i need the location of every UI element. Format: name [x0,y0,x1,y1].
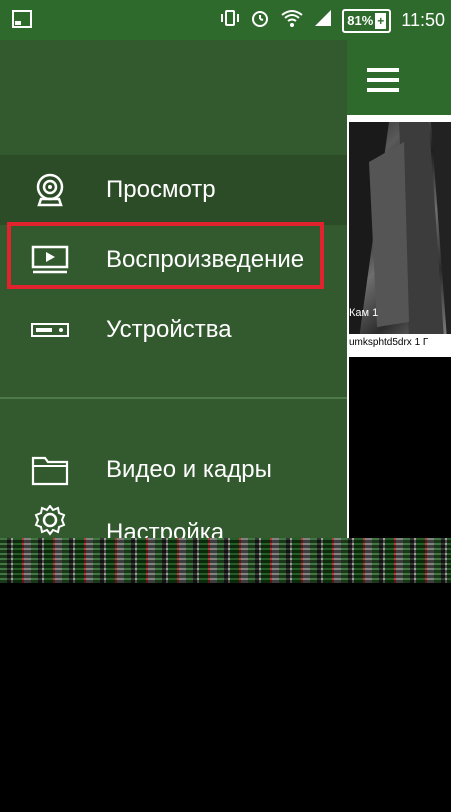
folder-icon [30,453,70,487]
alarm-icon [250,8,270,33]
drawer-item-devices[interactable]: Устройства [0,295,347,365]
battery-icon: 81% + [342,8,392,33]
drawer-header [0,40,347,154]
vibrate-icon [220,8,240,33]
drawer-item-label: Устройства [106,316,232,343]
camera-caption: umksphtd5drx 1 Г [347,334,451,352]
drawer-item-video-frames[interactable]: Видео и кадры [0,435,347,505]
signal-icon [314,9,332,32]
battery-plus: + [375,12,387,29]
battery-percent: 81% [347,13,374,28]
highlight-box [7,222,324,289]
drawer-divider [0,397,347,399]
screenshot-icon [12,10,32,28]
app-bar [347,40,451,115]
drawer-item-label: Настройка [106,519,225,538]
gear-icon [30,505,70,537]
screen-glitch-band [0,538,451,583]
drawer-item-label: Просмотр [106,176,216,203]
camera-name: Кам 1 [349,307,379,319]
status-bar: 81% + 11:50 [0,0,451,40]
navigation-drawer: Просмотр Воспроизведение Устройства Виде… [0,40,347,538]
drawer-item-settings[interactable]: Настройка [0,505,347,538]
hamburger-menu-icon[interactable] [367,68,399,92]
dvr-device-icon [30,313,70,347]
webcam-icon [30,173,70,207]
drawer-item-label: Видео и кадры [106,456,272,483]
wifi-icon [280,8,304,33]
camera-empty-slot[interactable] [349,357,451,538]
status-time: 11:50 [401,10,445,30]
drawer-item-preview[interactable]: Просмотр [0,155,347,225]
